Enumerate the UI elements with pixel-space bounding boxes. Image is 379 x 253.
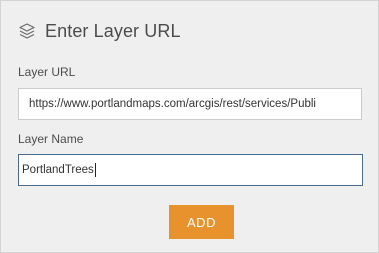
layer-url-label: Layer URL	[18, 65, 76, 79]
add-button[interactable]: ADD	[169, 205, 234, 239]
layer-url-input[interactable]: https://www.portlandmaps.com/arcgis/rest…	[18, 88, 362, 120]
enter-layer-url-panel: Enter Layer URL Layer URL https://www.po…	[0, 0, 379, 253]
layer-name-value: PortlandTrees	[22, 164, 94, 176]
layer-url-value: https://www.portlandmaps.com/arcgis/rest…	[29, 98, 316, 110]
page-title: Enter Layer URL	[45, 20, 181, 41]
panel-header: Enter Layer URL	[18, 17, 181, 45]
text-caret	[94, 162, 96, 177]
layer-name-label: Layer Name	[18, 132, 84, 146]
layer-name-input[interactable]: PortlandTrees	[18, 154, 363, 186]
layers-icon	[18, 22, 36, 40]
